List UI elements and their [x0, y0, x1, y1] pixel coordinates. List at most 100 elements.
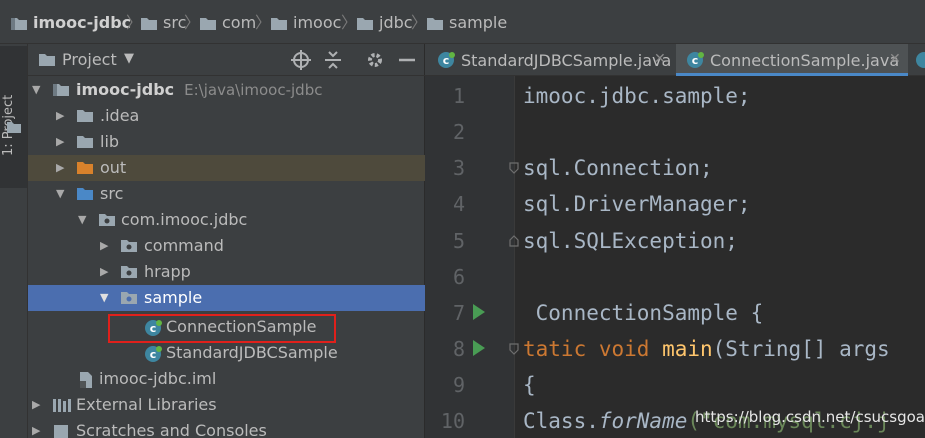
folder-icon: [271, 18, 287, 30]
code-line[interactable]: sql.Connection;: [523, 156, 713, 180]
breadcrumb-label: sample: [449, 13, 508, 32]
tree-item-idea[interactable]: ▶ .idea: [28, 103, 425, 129]
iml-file-icon: [80, 372, 92, 388]
expand-arrow-icon[interactable]: ▼: [100, 291, 108, 304]
tree-item-imooc-jdbc[interactable]: ▼ imooc-jdbc E:\java\imooc-jdbc: [28, 77, 425, 103]
breadcrumb-label: com: [222, 13, 257, 32]
code-token: Class.: [523, 409, 599, 433]
project-panel: Project ▼ ▼ imooc-jdbc E:\java\imooc-jdbc…: [28, 44, 425, 438]
line-number: 4: [452, 192, 465, 216]
tree-item-hrapp[interactable]: ▶ hrapp: [28, 259, 425, 285]
locate-icon[interactable]: [290, 49, 312, 71]
breadcrumb-item-sample[interactable]: sample: [426, 12, 507, 34]
java-class-icon: c: [687, 52, 704, 68]
code-line[interactable]: ConnectionSample {: [523, 301, 764, 325]
breadcrumb-separator: 〉: [411, 13, 428, 32]
code-token: imooc.jdbc.sample;: [523, 84, 751, 108]
breadcrumb-item-com[interactable]: com: [199, 12, 256, 34]
tree-item-label: imooc-jdbc.iml: [99, 369, 217, 388]
project-tool-window-button[interactable]: 1: Project: [0, 46, 27, 188]
expand-arrow-icon[interactable]: ▶: [100, 265, 108, 278]
package-icon: [121, 266, 137, 278]
folder-icon: [427, 18, 443, 30]
excluded-folder-icon: [77, 162, 93, 174]
line-number: 5: [452, 229, 465, 253]
expand-arrow-icon[interactable]: ▼: [32, 83, 40, 96]
editor-gutter: 1 2 3 4 5 6 7 8 9 10: [425, 76, 519, 438]
hide-icon[interactable]: [396, 49, 418, 71]
code-token: forName: [598, 409, 688, 433]
expand-arrow-icon[interactable]: ▼: [78, 213, 86, 226]
highlight-box: [108, 314, 336, 343]
project-view-selector[interactable]: Project: [62, 50, 117, 69]
expand-arrow-icon[interactable]: ▼: [56, 187, 64, 200]
source-folder-icon: [77, 188, 93, 200]
collapse-all-icon[interactable]: [322, 49, 344, 71]
code-line[interactable]: sql.DriverManager;: [523, 192, 751, 216]
tab-label: ConnectionSample.java: [710, 51, 900, 70]
expand-arrow-icon[interactable]: ▶: [32, 424, 40, 437]
code-line[interactable]: sql.SQLException;: [523, 229, 738, 253]
breadcrumb-separator: 〉: [255, 13, 272, 32]
expand-arrow-icon[interactable]: ▶: [100, 239, 108, 252]
tree-item-label: com.imooc.jdbc: [121, 210, 248, 229]
tree-item-sample[interactable]: ▼ sample: [28, 285, 425, 311]
fold-icon[interactable]: [509, 235, 519, 247]
code-line[interactable]: tatic void main(String[] args: [523, 337, 890, 361]
libraries-icon: [53, 399, 71, 412]
tab-label: StandardJDBCSample.java: [461, 51, 672, 70]
line-number: 1: [452, 84, 465, 108]
tab-standard-jdbc-sample[interactable]: c StandardJDBCSample.java ✕: [425, 44, 675, 76]
tree-item-scratches[interactable]: ▶ Scratches and Consoles: [28, 418, 425, 438]
expand-arrow-icon[interactable]: ▶: [56, 161, 64, 174]
tool-window-stripe: 1: Project: [0, 44, 28, 438]
close-icon[interactable]: ✕: [889, 51, 901, 67]
tree-item-label: sample: [144, 288, 203, 307]
tree-item-com-imooc-jdbc[interactable]: ▼ com.imooc.jdbc: [28, 207, 425, 233]
chevron-down-icon[interactable]: ▼: [124, 51, 134, 66]
line-number: 6: [452, 265, 465, 289]
line-number: 3: [452, 156, 465, 180]
java-class-icon: c: [438, 52, 455, 68]
tree-item-src[interactable]: ▼ src: [28, 181, 425, 207]
tree-item-label: .idea: [100, 106, 140, 125]
breadcrumb-label: imooc: [293, 13, 342, 32]
tree-item-label: External Libraries: [76, 395, 217, 414]
editor-tabs: c StandardJDBCSample.java ✕ c Connection…: [425, 44, 925, 76]
code-token: void: [598, 337, 663, 361]
fold-icon[interactable]: [509, 343, 519, 355]
tree-item-command[interactable]: ▶ command: [28, 233, 425, 259]
folder-icon: [357, 18, 373, 30]
breadcrumb-item-imooc[interactable]: imooc: [270, 12, 341, 34]
tree-item-iml[interactable]: imooc-jdbc.iml: [28, 366, 425, 392]
breadcrumb-item-src[interactable]: src: [140, 12, 186, 34]
breadcrumb-item-jdbc[interactable]: jdbc: [356, 12, 413, 34]
tree-item-external-libraries[interactable]: ▶ External Libraries: [28, 392, 425, 418]
tab-connection-sample[interactable]: c ConnectionSample.java ✕: [676, 44, 908, 76]
folder-icon: [77, 136, 93, 148]
project-folder-icon: [11, 18, 27, 30]
close-icon[interactable]: ✕: [654, 51, 666, 67]
run-method-icon[interactable]: [473, 340, 485, 356]
package-icon: [121, 292, 137, 304]
tree-item-lib[interactable]: ▶ lib: [28, 129, 425, 155]
folder-icon: [77, 110, 93, 122]
breadcrumb-label: jdbc: [379, 13, 413, 32]
breadcrumb-item-project[interactable]: imooc-jdbc: [10, 12, 131, 34]
watermark: https://blog.csdn.net/csucsgoat: [695, 408, 925, 426]
run-class-icon[interactable]: [473, 304, 485, 320]
expand-arrow-icon[interactable]: ▶: [32, 398, 40, 411]
breadcrumb: imooc-jdbc 〉 src 〉 com 〉 imooc 〉 jdbc 〉 …: [0, 0, 925, 44]
tree-item-standard-jdbc-sample[interactable]: c StandardJDBCSample: [28, 340, 425, 366]
code-line[interactable]: imooc.jdbc.sample;: [523, 84, 751, 108]
code-token: sql.SQLException;: [523, 229, 738, 253]
expand-arrow-icon[interactable]: ▶: [56, 135, 64, 148]
expand-arrow-icon[interactable]: ▶: [56, 109, 64, 122]
fold-icon[interactable]: [509, 162, 519, 174]
tree-item-out[interactable]: ▶ out: [28, 155, 425, 181]
gear-icon[interactable]: [364, 49, 386, 71]
folder-icon: [7, 122, 21, 133]
line-number: 2: [452, 120, 465, 144]
code-token: sql.DriverManager;: [523, 192, 751, 216]
code-line[interactable]: {: [523, 373, 536, 397]
